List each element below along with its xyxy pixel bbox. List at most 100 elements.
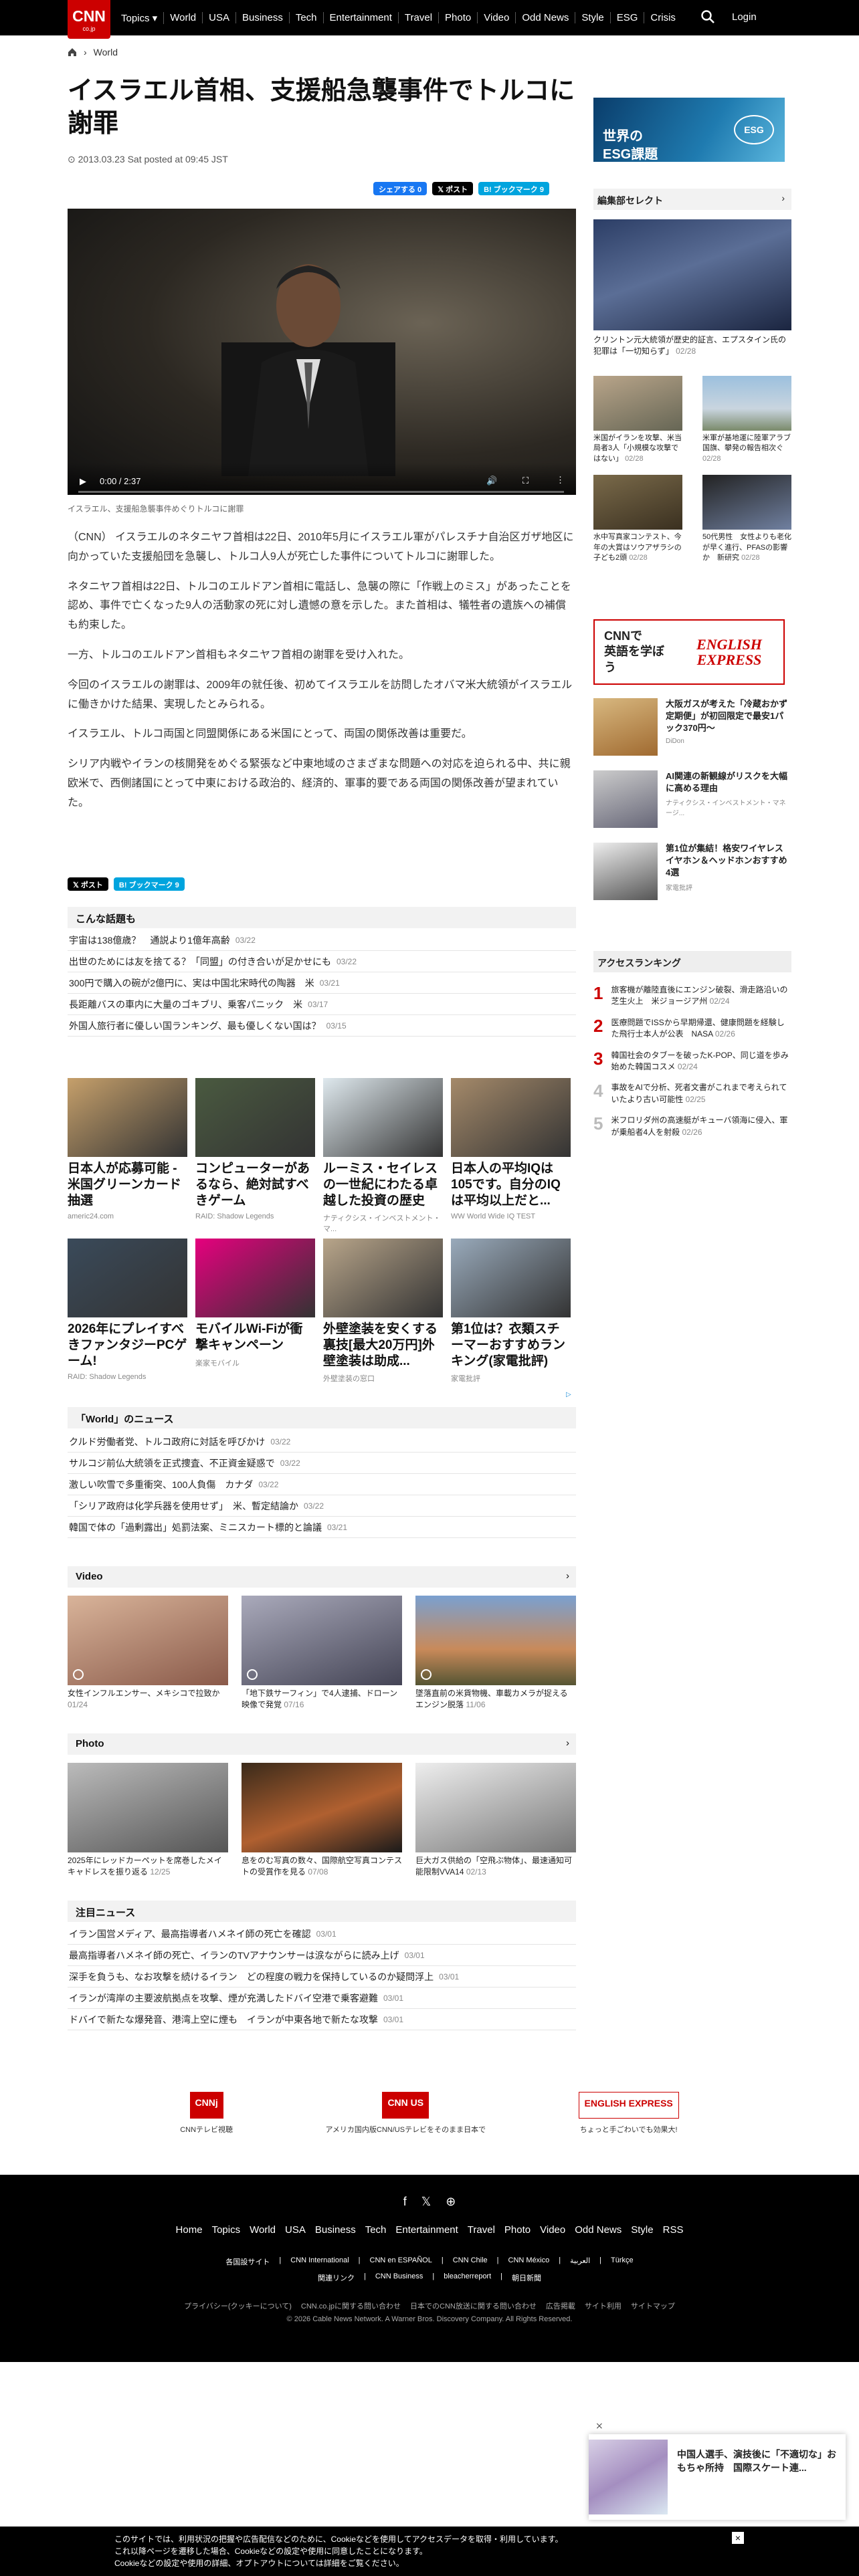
right-sponsored-item[interactable]: 第1位が集結！格安ワイヤレスイヤホン＆ヘッドホンおすすめ4選 家電批評 xyxy=(593,843,791,900)
editor-select-heading[interactable]: 編集部セレクト › xyxy=(593,189,791,210)
nav-item[interactable]: Photo xyxy=(439,12,478,23)
ranking-item[interactable]: 4 事故をAIで分析、死者文書がこれまで考えられていたより古い可能性 02/25 xyxy=(593,1082,791,1105)
sponsored-card[interactable]: コンピューターがあるなら、絶対試すべきゲーム RAID: Shadow Legen… xyxy=(195,1078,315,1234)
video-heading[interactable]: Video › xyxy=(68,1566,576,1588)
hatena-bookmark-button[interactable]: B! ブックマーク 9 xyxy=(113,877,185,891)
video-progress-track[interactable] xyxy=(78,491,564,493)
ranking-item[interactable]: 1 旅客機が離陸直後にエンジン破裂、滑走路沿いの芝生火上 米ジョージア州 02/2… xyxy=(593,984,791,1008)
footer-service[interactable]: ENGLISH EXPRESS ちょっと手ごわいでも効果大! xyxy=(578,2092,679,2145)
footer-link[interactable]: Türkçe xyxy=(611,2256,634,2267)
cnn-logo[interactable]: CNN co.jp xyxy=(68,0,110,39)
footer-link[interactable]: CNN en ESPAÑOL xyxy=(370,2256,432,2267)
editor-top-card[interactable]: クリントン元大統領が歴史的証言、エプスタイン氏の犯罪は「一切知らず」 02/28 xyxy=(593,219,791,358)
chevron-right-icon[interactable]: › xyxy=(781,193,785,203)
nav-item[interactable]: USA xyxy=(203,12,236,23)
sponsored-card[interactable]: ルーミス・セイレスの一世紀にわたる卓越した投資の歴史 ナティクシス・インベストメン… xyxy=(323,1078,443,1234)
footer-link[interactable]: サイトマップ xyxy=(631,2300,675,2311)
sponsored-card[interactable]: 日本人の平均IQは105です。自分のIQは平均以上だと... WW World W… xyxy=(451,1078,571,1234)
footer-link[interactable]: 各国設サイト xyxy=(225,2256,270,2267)
list-item[interactable]: 長距離バスの車内に大量のゴキブリ、乗客パニック 米 03/17 xyxy=(68,994,576,1015)
footer-link[interactable]: Travel xyxy=(468,2224,495,2236)
x-icon[interactable]: 𝕏 xyxy=(421,2195,432,2209)
play-icon[interactable]: ▶ xyxy=(80,476,86,487)
x-post-button[interactable]: 𝕏 ポスト xyxy=(68,877,108,891)
video-card[interactable]: 「地下鉄サーフィン」で4人逮捕、ドローン映像で発覚 07/16 xyxy=(242,1596,402,1711)
ranking-item[interactable]: 2 医療問題でISSから早期帰還、健康問題を経験した飛行士本人が公表 NASA 0… xyxy=(593,1017,791,1041)
list-item[interactable]: 韓国で体の「過剰露出」処罰法案、ミニスカート標的と論議 03/21 xyxy=(68,1517,576,1538)
ranking-item[interactable]: 5 米フロリダ州の高速艇がキューバ領海に侵入、軍が乗船者4人を射殺 02/26 xyxy=(593,1115,791,1138)
list-item[interactable]: サルコジ前仏大統領を正式捜査、不正資金疑惑で 03/22 xyxy=(68,1453,576,1474)
list-item[interactable]: 「シリア政府は化学兵器を使用せず」 米、暫定結論か 03/22 xyxy=(68,1495,576,1517)
close-icon[interactable]: × xyxy=(595,2421,603,2432)
video-player[interactable]: ▶ 0:00 / 2:37 🔊 ⛶ ⋮ xyxy=(68,209,576,495)
footer-link[interactable]: CNN México xyxy=(508,2256,550,2267)
login-link[interactable]: Login xyxy=(732,11,757,23)
footer-link[interactable]: USA xyxy=(285,2224,306,2236)
footer-link[interactable]: CNN Business xyxy=(375,2272,423,2283)
list-item[interactable]: イラン国営メディア、最高指導者ハメネイ師の死亡を確認 03/01 xyxy=(68,1923,576,1945)
list-item[interactable]: 最高指導者ハメネイ師の死亡、イランのTVアナウンサーは涙ながらに読み上げ 03/0… xyxy=(68,1945,576,1966)
nav-item[interactable]: Style xyxy=(575,12,611,23)
editor-mini-card[interactable]: 水中写真家コンテスト、今年の大賞はソウアザラシの子ども2頭 02/28 xyxy=(593,475,682,563)
list-item[interactable]: イランが湾岸の主要波航拠点を攻撃、煙が充満したドバイ空港で乗客避難 03/01 xyxy=(68,1988,576,2009)
footer-link[interactable]: Odd News xyxy=(575,2224,622,2236)
chevron-right-icon[interactable]: › xyxy=(566,1737,569,1749)
nav-item[interactable]: Odd News xyxy=(516,12,576,23)
footer-link[interactable]: Business xyxy=(315,2224,356,2236)
footer-link[interactable]: Home xyxy=(176,2224,203,2236)
photo-card[interactable]: 巨大ガス供給の「空飛ぶ物体」、最速通知可能限制VVA14 02/13 xyxy=(415,1763,576,1878)
photo-card[interactable]: 2025年にレッドカーペットを席巻したメイキャドレスを振り返る 12/25 xyxy=(68,1763,228,1878)
footer-link[interactable]: World xyxy=(250,2224,276,2236)
footer-link[interactable]: bleacherreport xyxy=(444,2272,491,2283)
footer-link[interactable]: 朝日新聞 xyxy=(512,2272,541,2283)
sponsored-card[interactable]: 2026年にプレイすべきファンタジーPCゲーム! RAID: Shadow Leg… xyxy=(68,1239,187,1384)
volume-icon[interactable]: 🔊 xyxy=(486,475,497,486)
footer-link[interactable]: Entertainment xyxy=(395,2224,458,2236)
sponsored-card[interactable]: 第1位は？衣類スチーマーおすすめランキング(家電批評) 家電批評 xyxy=(451,1239,571,1384)
nav-item[interactable]: Topics ▾ xyxy=(115,11,165,24)
close-icon[interactable]: × xyxy=(732,2532,744,2544)
editor-mini-card[interactable]: 米国がイランを攻撃、米当局者3人「小規模な攻撃ではない」 02/28 xyxy=(593,376,682,464)
list-item[interactable]: クルド労働者党、トルコ政府に対話を呼びかけ 03/22 xyxy=(68,1431,576,1453)
news-toast[interactable]: 中国人選手、演技後に「不適切な」おもちゃ所持 国際スケート連... xyxy=(589,2434,846,2520)
list-item[interactable]: 出世のためには友を捨てる？「同盟」の付き合いが足かせにも 03/22 xyxy=(68,951,576,972)
list-item[interactable]: 深手を負うも、なお攻撃を続けるイラン どの程度の戦力を保持しているのか疑問浮上 0… xyxy=(68,1966,576,1988)
right-sponsored-item[interactable]: 大阪ガスが考えた「冷蔵おかず定期便」が初回限定で最安1パック370円～ DiDon xyxy=(593,698,791,756)
footer-link[interactable]: 日本でのCNN放送に関する問い合わせ xyxy=(410,2300,537,2311)
nav-item[interactable]: World xyxy=(164,12,203,23)
list-item[interactable]: 宇宙は138億歳？ 通説より1億年高齢 03/22 xyxy=(68,930,576,951)
nav-item[interactable]: Business xyxy=(236,12,290,23)
breadcrumb-section[interactable]: World xyxy=(94,47,118,58)
editor-mini-card[interactable]: 米軍が基地運に陸軍アラブ国旗、攀発の報告相次ぐ 02/28 xyxy=(702,376,791,464)
footer-link[interactable]: CNN International xyxy=(290,2256,349,2267)
list-item[interactable]: 300円で購入の碗が2億円に、実は中国北宋時代の陶器 米 03/21 xyxy=(68,972,576,994)
nav-item[interactable]: ESG xyxy=(611,12,645,23)
more-options-icon[interactable]: ⋮ xyxy=(556,475,565,486)
list-item[interactable]: 外国人旅行者に優しい国ランキング、最も優しくない国は？ 03/15 xyxy=(68,1015,576,1037)
sponsored-card[interactable]: 外壁塗装を安くする裏技[最大20万円]外壁塗装は助成... 外壁塗装の窓口 xyxy=(323,1239,443,1384)
rss-icon[interactable]: ⊕ xyxy=(446,2195,456,2209)
list-item[interactable]: ドバイで新たな爆発音、港湾上空に煙も イランが中東各地で新たな攻撃 03/01 xyxy=(68,2009,576,2030)
photo-card[interactable]: 息をのむ写真の数々、国際航空写真コンテストの受賞作を見る 07/08 xyxy=(242,1763,402,1878)
nav-item[interactable]: Tech xyxy=(290,12,324,23)
photo-heading[interactable]: Photo › xyxy=(68,1733,576,1755)
footer-link[interactable]: العربية xyxy=(570,2256,590,2267)
footer-link[interactable]: CNN.co.jpに関する問い合わせ xyxy=(301,2300,401,2311)
footer-link[interactable]: CNN Chile xyxy=(453,2256,488,2267)
list-item[interactable]: 激しい吹雪で多重衝突、100人負傷 カナダ 03/22 xyxy=(68,1474,576,1495)
nav-item[interactable]: Video xyxy=(478,12,516,23)
facebook-share-button[interactable]: シェアする 0 xyxy=(373,182,427,195)
x-post-button[interactable]: 𝕏 ポスト xyxy=(432,182,474,195)
nav-item[interactable]: Entertainment xyxy=(324,12,399,23)
video-card[interactable]: 墜落直前の米貨物機、車載カメラが捉える エンジン脱落 11/06 xyxy=(415,1596,576,1711)
footer-link[interactable]: Video xyxy=(540,2224,565,2236)
ranking-item[interactable]: 3 韓国社会のタブーを破ったK-POP、同じ道を歩み始めた韓国コスメ 02/24 xyxy=(593,1050,791,1073)
english-express-banner[interactable]: CNNで 英語を学ぼう ENGLISH EXPRESS xyxy=(593,619,785,685)
facebook-icon[interactable]: f xyxy=(403,2195,407,2209)
search-icon[interactable] xyxy=(700,9,715,24)
sponsored-card[interactable]: モバイルWi-Fiが衝撃キャンペーン 楽家モバイル xyxy=(195,1239,315,1384)
adchoices-icon[interactable]: ▷ xyxy=(566,1391,571,1398)
editor-mini-card[interactable]: 50代男性 女性よりも老化が早く進行、PFASの影響か 新研究 02/28 xyxy=(702,475,791,563)
right-sponsored-item[interactable]: AI関連の新観線がリスクを大幅に高める理由 ナティクシス・インベストメント・マネー… xyxy=(593,770,791,828)
footer-link[interactable]: プライバシー(クッキーについて) xyxy=(184,2300,292,2311)
